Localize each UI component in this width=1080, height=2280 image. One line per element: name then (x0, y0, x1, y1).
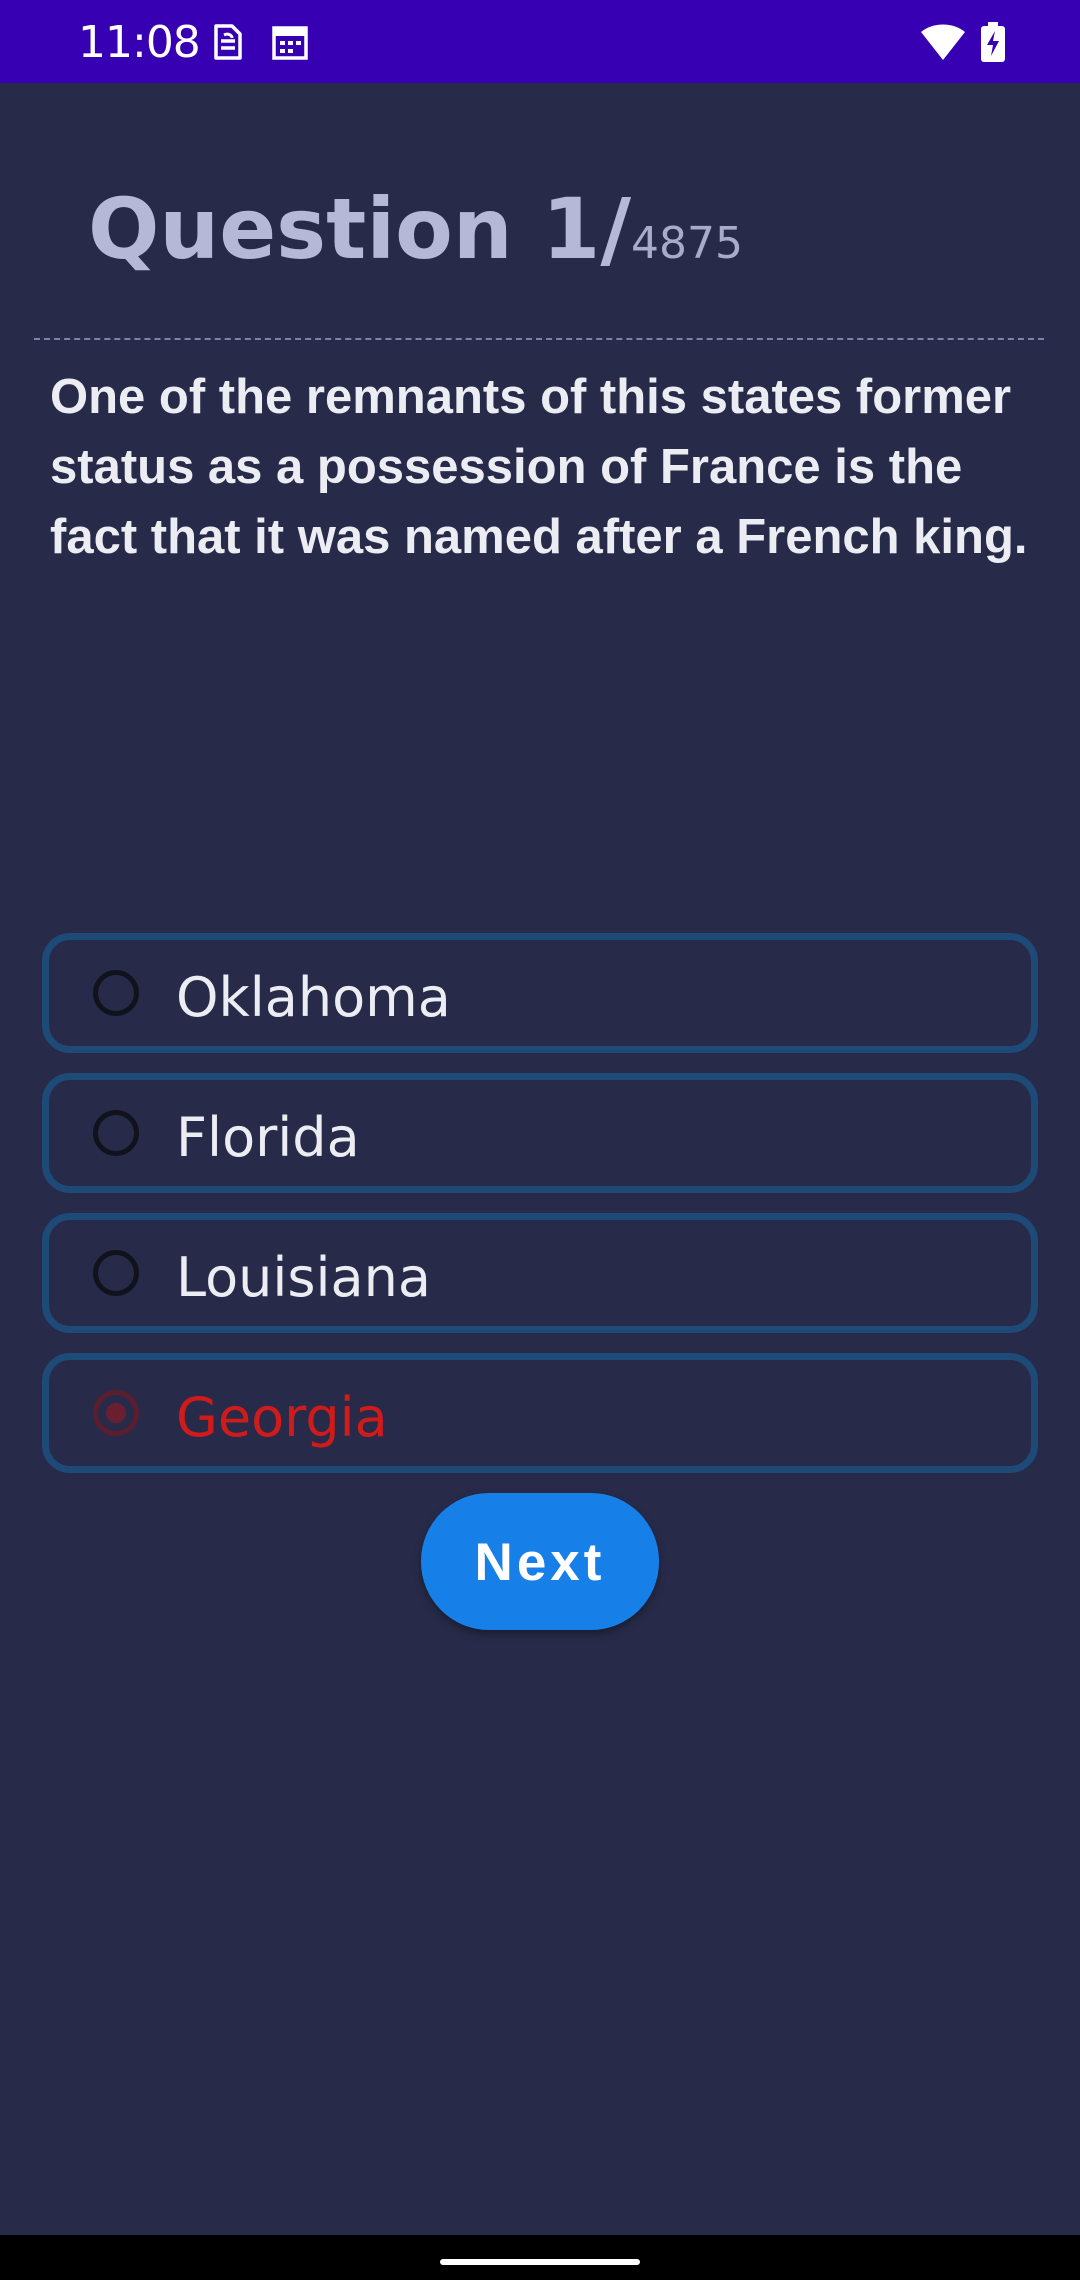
radio-dot (106, 1403, 126, 1423)
home-gesture-handle[interactable] (440, 2259, 640, 2265)
option-label-wrong: Georgia (176, 1386, 388, 1449)
answer-option-louisiana[interactable]: Louisiana (42, 1213, 1038, 1333)
next-button[interactable]: Next (421, 1493, 659, 1630)
radio-button[interactable] (93, 970, 139, 1016)
radio-button[interactable] (93, 1250, 139, 1296)
question-number: Question 1/ (88, 180, 632, 278)
radio-button-selected[interactable] (93, 1390, 139, 1436)
answer-option-oklahoma[interactable]: Oklahoma (42, 933, 1038, 1053)
question-text: One of the remnants of this states forme… (50, 370, 1028, 564)
option-label: Florida (176, 1106, 360, 1169)
sim-card-icon (214, 24, 242, 60)
wifi-icon (921, 24, 965, 60)
status-time: 11:08 (78, 17, 201, 68)
option-label: Louisiana (176, 1246, 431, 1309)
status-bar: 11:08 (0, 0, 1080, 83)
option-label: Oklahoma (176, 966, 451, 1029)
question-total: 4875 (631, 218, 743, 269)
calendar-icon (272, 26, 308, 60)
question-counter: Question 1/4875 (88, 180, 743, 278)
radio-button[interactable] (93, 1110, 139, 1156)
dashed-divider (34, 338, 1044, 340)
navigation-bar (0, 2235, 1080, 2280)
answer-option-florida[interactable]: Florida (42, 1073, 1038, 1193)
answer-option-georgia[interactable]: Georgia (42, 1353, 1038, 1473)
battery-charging-icon (981, 22, 1005, 62)
